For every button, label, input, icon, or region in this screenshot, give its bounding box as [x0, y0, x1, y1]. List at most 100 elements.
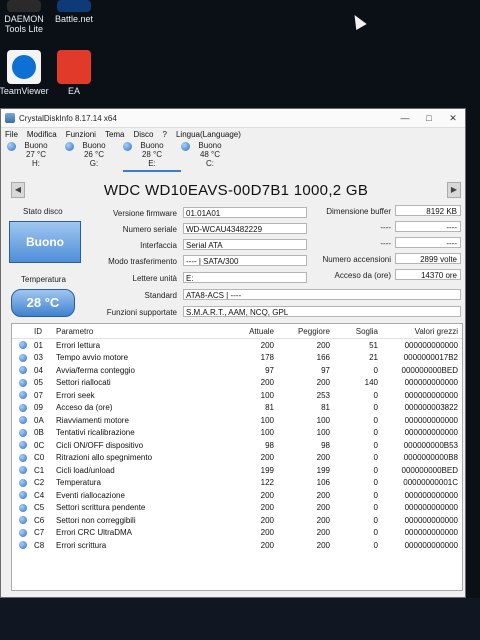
menu-modifica[interactable]: Modifica [27, 130, 57, 139]
col-raw[interactable]: Valori grezzi [378, 327, 458, 336]
table-row[interactable]: 09 Acceso da (ore) 81 81 0 000000003822 [12, 402, 462, 415]
smart-threshold: 0 [373, 403, 378, 413]
table-row[interactable]: C5 Settori scrittura pendente 200 200 0 00000… [12, 502, 462, 515]
health-status-button[interactable]: Buono [9, 221, 81, 263]
smart-current: 100 [260, 428, 274, 438]
maximize-icon[interactable]: □ [417, 113, 441, 123]
desktop-icon-label: TeamViewer [0, 86, 49, 96]
drive-tab-e[interactable]: Buono 28 °C E: [123, 140, 181, 172]
app-icon [5, 113, 15, 123]
table-row[interactable]: 07 Errori seek 100 253 0 000000000000 [12, 389, 462, 402]
smart-current: 97 [265, 365, 274, 375]
drive-letter: G: [89, 159, 99, 168]
power-on-hours-label: Acceso da (ore) [334, 271, 391, 280]
health-dot-icon [7, 142, 16, 151]
table-row[interactable]: C8 Errori scrittura 200 200 0 000000000000 [12, 539, 462, 552]
smart-threshold: 51 [369, 340, 378, 350]
smart-id: C0 [34, 453, 45, 463]
disk-model: WDC WD10EAVS-00D7B1 1000,2 GB [103, 181, 369, 199]
smart-id: 0B [34, 428, 44, 438]
close-icon[interactable]: ✕ [441, 113, 465, 124]
temperature-button[interactable]: 28 °C [11, 289, 75, 317]
table-row[interactable]: 01 Errori lettura 200 200 51 000000000000 [12, 339, 462, 352]
smart-name: Cicli ON/OFF dispositivo [56, 440, 144, 450]
smart-worst: 200 [316, 340, 330, 350]
health-dot-icon [19, 453, 27, 462]
minimize-icon[interactable]: — [393, 113, 417, 123]
desktop-icon-ea[interactable]: EA [44, 50, 104, 96]
smart-threshold: 0 [373, 540, 378, 550]
drive-tab-g[interactable]: Buono 26 °C G: [65, 140, 123, 172]
smart-threshold: 0 [373, 415, 378, 425]
smart-raw: 000000000000 [404, 515, 458, 525]
health-dot-icon [19, 391, 27, 400]
menu-file[interactable]: File [5, 130, 18, 139]
smart-worst: 106 [316, 478, 330, 488]
table-row[interactable]: 04 Avvia/ferma conteggio 97 97 0 000000000BED [12, 364, 462, 377]
smart-raw: 000000000000 [404, 540, 458, 550]
menu-funzioni[interactable]: Funzioni [66, 130, 96, 139]
col-worst[interactable]: Peggiore [274, 327, 330, 336]
smart-id: 01 [34, 340, 43, 350]
col-threshold[interactable]: Soglia [330, 327, 378, 336]
dash2-label: ---- [380, 239, 391, 248]
table-row[interactable]: 05 Settori riallocati 200 200 140 00000000000… [12, 377, 462, 390]
drive-tab-c[interactable]: Buono 48 °C C: [181, 140, 239, 172]
features-value: S.M.A.R.T., AAM, NCQ, GPL [183, 306, 461, 317]
table-row[interactable]: C1 Cicli load/unload 199 199 0 000000000BED [12, 464, 462, 477]
table-row[interactable]: 03 Tempo avvio motore 178 166 21 0000000017B2 [12, 352, 462, 365]
menu-tema[interactable]: Tema [105, 130, 125, 139]
health-dot-icon [19, 528, 27, 537]
smart-current: 200 [260, 378, 274, 388]
prev-disk-button[interactable]: ◀ [11, 182, 25, 198]
smart-raw: 000000000000 [404, 428, 458, 438]
interface-value: Serial ATA [183, 239, 307, 250]
drive-letter-label: Lettere unità [132, 274, 177, 283]
smart-current: 200 [260, 515, 274, 525]
smart-id: C5 [34, 503, 45, 513]
table-row[interactable]: C6 Settori non correggibili 200 200 0 0000000… [12, 514, 462, 527]
smart-name: Cicli load/unload [56, 465, 115, 475]
table-row[interactable]: C7 Errori CRC UltraDMA 200 200 0 000000000000 [12, 527, 462, 540]
smart-rows: 01 Errori lettura 200 200 51 000000000000 03 Te… [12, 339, 462, 552]
smart-worst: 166 [316, 353, 330, 363]
smart-id: 05 [34, 378, 43, 388]
next-disk-button[interactable]: ▶ [447, 182, 461, 198]
drive-letter: E: [148, 159, 156, 168]
dash2-value: ---- [395, 237, 461, 248]
table-row[interactable]: C2 Temperatura 122 106 0 00000000001C [12, 477, 462, 490]
drive-tab-h[interactable]: Buono 27 °C H: [7, 140, 65, 172]
menu-help[interactable]: ? [163, 130, 167, 139]
smart-table[interactable]: ID Parametro Attuale Peggiore Soglia Val… [11, 323, 463, 591]
col-name[interactable]: Parametro [56, 327, 226, 336]
smart-name: Ritrazioni allo spegnimento [56, 453, 153, 463]
table-row[interactable]: C0 Ritrazioni allo spegnimento 200 200 0 0000… [12, 452, 462, 465]
col-id[interactable]: ID [34, 327, 56, 336]
menu-language[interactable]: Lingua(Language) [176, 130, 241, 139]
table-row[interactable]: 0A Riavviamenti motore 100 100 0 000000000000 [12, 414, 462, 427]
table-row[interactable]: C4 Eventi riallocazione 200 200 0 00000000000… [12, 489, 462, 502]
smart-raw: 000000000000 [404, 378, 458, 388]
title-bar[interactable]: CrystalDiskInfo 8.17.14 x64 — □ ✕ [1, 109, 465, 128]
table-row[interactable]: 0B Tentativi ricalibrazione 100 100 0 0000000… [12, 427, 462, 440]
smart-worst: 253 [316, 390, 330, 400]
smart-threshold: 21 [369, 353, 378, 363]
drive-temp: 28 °C [141, 150, 163, 159]
ea-icon [57, 50, 91, 84]
table-row[interactable]: 0C Cicli ON/OFF dispositivo 98 98 0 000000000… [12, 439, 462, 452]
smart-current: 199 [260, 465, 274, 475]
drive-selector-bar: Buono 27 °C H: Buono 26 °C G: Buono 28 °… [1, 140, 465, 172]
smart-worst: 81 [321, 403, 330, 413]
desktop-icon-battle-net[interactable]: Battle.net [44, 0, 104, 24]
smart-id: C7 [34, 528, 45, 538]
col-current[interactable]: Attuale [226, 327, 274, 336]
smart-raw: 0000000017B2 [403, 353, 458, 363]
smart-id: C4 [34, 490, 45, 500]
menu-disco[interactable]: Disco [134, 130, 154, 139]
status-dot-cell [12, 428, 34, 437]
smart-id: 04 [34, 365, 43, 375]
menu-bar: File Modifica Funzioni Tema Disco ? Ling… [1, 128, 465, 140]
drive-letter: C: [206, 159, 214, 168]
smart-id: C2 [34, 478, 45, 488]
smart-worst: 100 [316, 428, 330, 438]
